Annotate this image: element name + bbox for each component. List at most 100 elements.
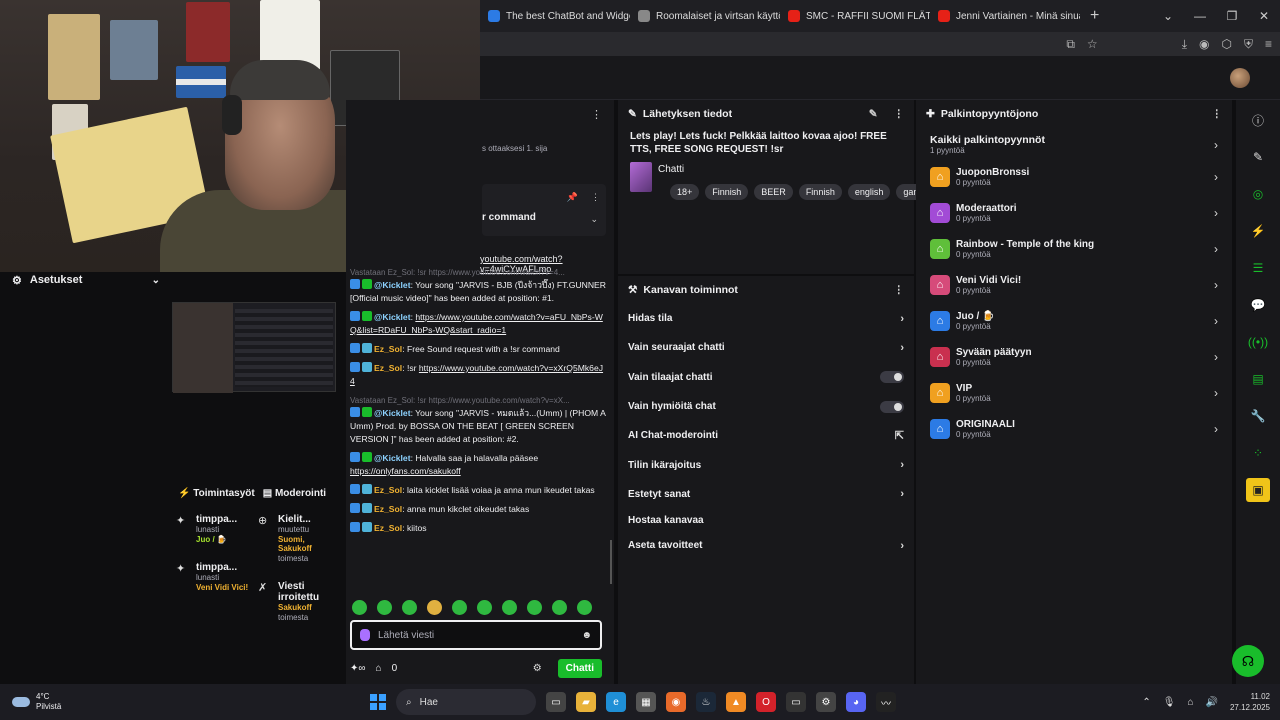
emote-only-toggle[interactable] bbox=[880, 400, 904, 413]
subscribers-only-toggle[interactable] bbox=[880, 371, 904, 384]
chat-username[interactable]: Ez_Sol bbox=[374, 485, 402, 495]
chat-username[interactable]: Ez_Sol bbox=[374, 504, 402, 514]
menu-icon[interactable]: ≡ bbox=[1265, 37, 1272, 51]
chat-input[interactable]: Lähetä viesti ☻ bbox=[350, 620, 602, 650]
activity-item[interactable]: ✦ timppa... lunasti Veni Vidi Vici! bbox=[176, 562, 250, 592]
target-icon[interactable]: ◎ bbox=[1246, 182, 1270, 206]
chat-username[interactable]: @Kicklet bbox=[374, 408, 411, 418]
action-blocked-words[interactable]: Estetyt sanat › bbox=[618, 480, 914, 509]
avatar[interactable] bbox=[1230, 68, 1250, 88]
action-ai-moderation[interactable]: AI Chat-moderointi ⇱ bbox=[618, 421, 914, 450]
redeem-item[interactable]: ⌂ Syvään päätyyn 0 pyyntöä › bbox=[916, 339, 1232, 375]
action-set-goals[interactable]: Aseta tavoitteet › bbox=[618, 531, 914, 560]
panel-menu-icon[interactable]: ⋮ bbox=[894, 284, 905, 296]
speaker-icon[interactable]: 🔊 bbox=[1206, 697, 1218, 708]
emote-icon[interactable] bbox=[427, 600, 442, 615]
chat-username[interactable]: Ez_Sol bbox=[374, 344, 402, 354]
redeem-item[interactable]: ⌂ VIP 0 pyyntöä › bbox=[916, 375, 1232, 411]
tag[interactable]: BEER bbox=[754, 184, 793, 200]
bookmark-star-icon[interactable]: ☆ bbox=[1087, 37, 1098, 51]
support-headset-icon[interactable]: ☊ bbox=[1232, 645, 1264, 677]
clock[interactable]: 11.02 27.12.2025 bbox=[1230, 691, 1270, 713]
wrench-icon[interactable]: 🔧 bbox=[1246, 404, 1270, 428]
minimize-icon[interactable]: — bbox=[1184, 9, 1216, 23]
emote-icon[interactable] bbox=[402, 600, 417, 615]
chat-menu-icon[interactable]: ⋮ bbox=[591, 108, 602, 121]
tag[interactable]: 18+ bbox=[670, 184, 700, 200]
action-age-restriction[interactable]: Tilin ikärajoitus › bbox=[618, 450, 914, 479]
browser-tab[interactable]: SMC - RAFFII SUOMI FLÄTTII fe× bbox=[780, 0, 930, 32]
action-followers-only[interactable]: Vain seuraajat chatti › bbox=[618, 333, 914, 362]
windows-start-icon[interactable] bbox=[370, 694, 386, 710]
microphone-icon[interactable]: 🎙 bbox=[1163, 697, 1176, 708]
shield-icon[interactable]: ⛨ bbox=[1244, 37, 1253, 52]
layers-icon[interactable]: ▤ bbox=[1246, 367, 1270, 391]
emote-icon[interactable] bbox=[577, 600, 592, 615]
all-redeems-row[interactable]: Kaikki palkintopyynnöt 1 pyyntöä › bbox=[916, 128, 1232, 159]
settings-app-icon[interactable]: ⚙ bbox=[816, 692, 836, 712]
maximize-icon[interactable]: ❐ bbox=[1216, 9, 1248, 23]
extensions-icon[interactable]: ⬡ bbox=[1221, 37, 1231, 51]
clapper-icon[interactable]: ▣ bbox=[1246, 478, 1270, 502]
firefox-icon[interactable]: ◉ bbox=[666, 692, 686, 712]
new-tab-button[interactable]: + bbox=[1080, 7, 1109, 25]
chat-settings-icon[interactable]: ⚙ bbox=[533, 663, 542, 674]
chat-username[interactable]: Ez_Sol bbox=[374, 363, 402, 373]
edit-icon[interactable]: ✎ bbox=[869, 108, 878, 120]
discord-icon[interactable]: ◕ bbox=[846, 692, 866, 712]
store-icon[interactable]: ▦ bbox=[636, 692, 656, 712]
redeem-item[interactable]: ⌂ ORIGINAALI 0 pyyntöä › bbox=[916, 411, 1232, 447]
task-view-icon[interactable]: ▭ bbox=[546, 692, 566, 712]
chat-scrollbar[interactable] bbox=[610, 540, 612, 584]
settings-header[interactable]: ⚙ Asetukset ⌄ bbox=[0, 272, 172, 288]
channel-points-icon[interactable]: ✦∞ bbox=[350, 663, 366, 674]
stream-preview[interactable] bbox=[172, 302, 336, 393]
vlc-icon[interactable]: ▲ bbox=[726, 692, 746, 712]
apps-icon[interactable]: ⁘ bbox=[1246, 441, 1270, 465]
taskbar-search[interactable]: ⌕ Hae bbox=[396, 689, 536, 715]
emote-icon[interactable] bbox=[477, 600, 492, 615]
terminal-icon[interactable]: ▭ bbox=[786, 692, 806, 712]
reply-context[interactable]: Vastataan Ez_Sol: !sr https://www.youtub… bbox=[350, 266, 606, 279]
category-name[interactable]: Chatti bbox=[658, 164, 684, 175]
pin-icon[interactable]: 📌 bbox=[567, 192, 578, 203]
pinned-menu-icon[interactable]: ⋮ bbox=[591, 192, 600, 203]
action-slow-mode[interactable]: Hidas tila › bbox=[618, 304, 914, 333]
redeem-item[interactable]: ⌂ Veni Vidi Vici! 0 pyyntöä › bbox=[916, 267, 1232, 303]
chevron-down-icon[interactable]: ⌄ bbox=[590, 214, 598, 225]
profile-icon[interactable]: ◉ bbox=[1199, 37, 1209, 51]
tag[interactable]: Finnish bbox=[705, 184, 749, 200]
chat-username[interactable]: @Kicklet bbox=[374, 280, 411, 290]
emoji-picker-icon[interactable]: ☻ bbox=[581, 630, 592, 641]
download-icon[interactable]: ⤓ bbox=[1182, 37, 1187, 52]
tag[interactable]: Finnish bbox=[798, 184, 842, 200]
chat-bubble-icon[interactable]: 💬 bbox=[1246, 293, 1270, 317]
chevron-up-icon[interactable]: ⌃ bbox=[1142, 697, 1150, 708]
weather-widget[interactable]: 4°C Pilvistä bbox=[0, 692, 370, 712]
emote-icon[interactable] bbox=[552, 600, 567, 615]
reply-context[interactable]: Vastataan Ez_Sol: !sr https://www.youtub… bbox=[350, 394, 606, 407]
chat-username[interactable]: @Kicklet bbox=[374, 453, 411, 463]
info-icon[interactable]: ⓘ bbox=[1246, 108, 1270, 132]
browser-tab[interactable]: The best ChatBot and Widgets× bbox=[480, 0, 630, 32]
mod-item[interactable]: ⊕ Kielit... muutettu Suomi, Sakukoff toi… bbox=[258, 514, 332, 563]
tag[interactable]: english bbox=[847, 184, 891, 200]
redeem-item[interactable]: ⌂ Moderaattori 0 pyyntöä › bbox=[916, 195, 1232, 231]
chat-link[interactable]: https://onlyfans.com/sakukoff bbox=[350, 466, 461, 476]
chat-username[interactable]: Ez_Sol bbox=[374, 523, 402, 533]
edge-icon[interactable]: e bbox=[606, 692, 626, 712]
panel-menu-icon[interactable]: ⋮ bbox=[1212, 108, 1223, 120]
obs-icon[interactable]: 〰 bbox=[876, 692, 896, 712]
activity-item[interactable]: ✦ timppa... lunasti Juo / 🍺 bbox=[176, 514, 250, 544]
browser-tab[interactable]: Roomalaiset ja virtsan käyttö s...× bbox=[630, 0, 780, 32]
emote-icon[interactable] bbox=[452, 600, 467, 615]
lightning-icon[interactable]: ⚡ bbox=[1246, 219, 1270, 243]
redeem-item[interactable]: ⌂ Rainbow - Temple of the king 0 pyyntöä › bbox=[916, 231, 1232, 267]
redeem-item[interactable]: ⌂ Juo / 🍺 0 pyyntöä › bbox=[916, 303, 1232, 339]
panel-menu-icon[interactable]: ⋮ bbox=[894, 108, 905, 120]
emote-icon[interactable] bbox=[502, 600, 517, 615]
microphone-icon[interactable] bbox=[360, 629, 370, 641]
browser-tab[interactable]: Jenni Vartiainen - Minä sinua va× bbox=[930, 0, 1080, 32]
send-chat-button[interactable]: Chatti bbox=[557, 658, 602, 678]
install-app-icon[interactable]: ⧉ bbox=[1066, 37, 1075, 52]
